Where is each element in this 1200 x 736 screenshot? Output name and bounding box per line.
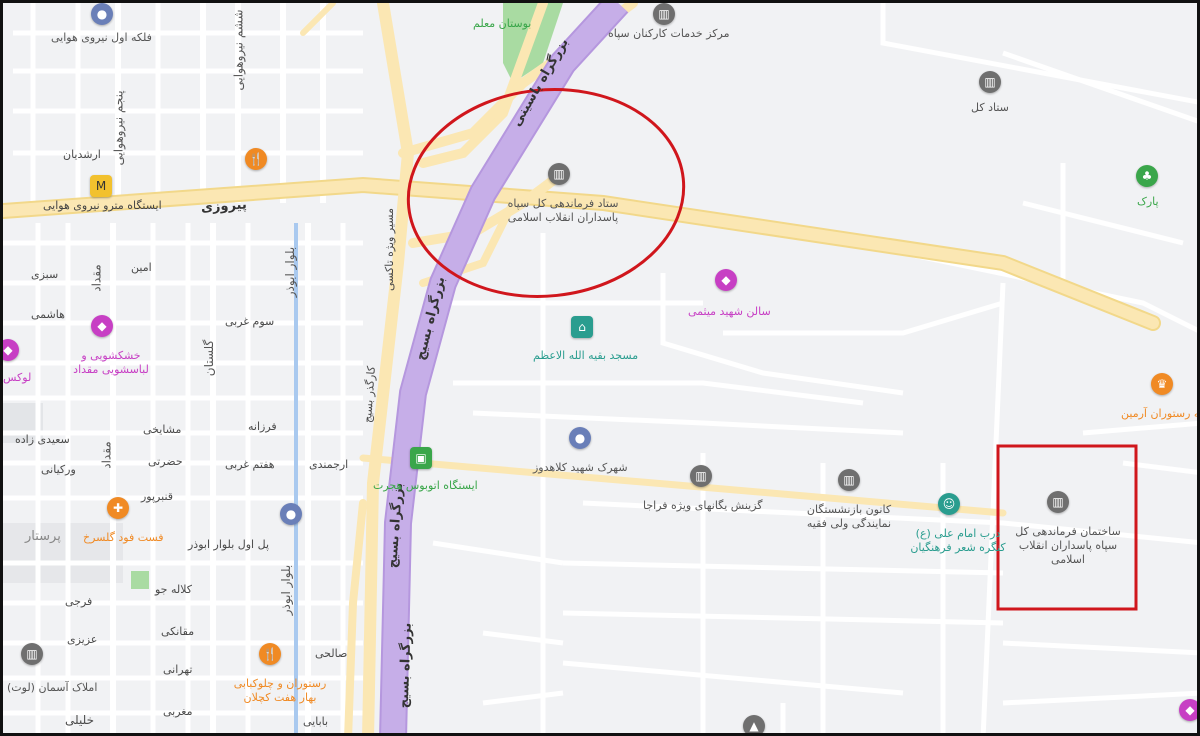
restaurant-icon[interactable]: 🍴	[245, 148, 267, 170]
street-label: ورکیانی	[41, 463, 76, 476]
road-label-panjom: پنجم نیروهوایی	[111, 90, 126, 166]
poi-label-khoshkshoyi: خشکشویی و لباسشویی مقداد	[73, 349, 149, 376]
poi-label-park: پارک	[1137, 195, 1159, 208]
street-label: صالحی	[315, 647, 348, 660]
poi-label-gozinesh: گزینش یگانهای ویژه فراجا	[643, 499, 763, 512]
shopping-icon[interactable]: ◆	[715, 269, 737, 291]
map-frame: پیروزی بزرگراه یاسینی بزرگراه بسیج بزرگر…	[0, 0, 1200, 736]
poi-label-metro: ایستگاه مترو نیروی هوایی	[43, 199, 162, 212]
street-label: خلیلی	[65, 713, 94, 727]
road-label-pirouzi: پیروزی	[200, 197, 248, 216]
street-label: مغربی	[163, 705, 193, 718]
street-label: ارجمندی	[309, 458, 349, 471]
mosque-icon[interactable]: ⌂	[571, 316, 593, 338]
street-label: کلاله جو	[155, 583, 193, 596]
poi-label-masjed: مسجد بقیه الله الاعظم	[533, 349, 639, 362]
street-label: امین	[131, 261, 152, 274]
street-label: ارشدیان	[63, 148, 101, 161]
building-icon[interactable]: ▥	[548, 163, 570, 185]
building-icon[interactable]: ▥	[1047, 491, 1069, 513]
poi-label-falakeh: فلکه اول نیروی هوایی	[51, 31, 152, 44]
street-label: تهرانی	[163, 663, 193, 676]
street-label: قنبرپور	[141, 490, 174, 503]
road-label-meghdad-1: مقداد	[89, 264, 104, 292]
restaurant-icon[interactable]: 🍴	[259, 643, 281, 665]
street-label: فرزانه	[248, 420, 277, 433]
street-label: حضرتی	[148, 455, 183, 468]
building-icon[interactable]: ▥	[653, 3, 675, 25]
poi-label-markaz: مرکز خدمات کارکنان سپاه	[608, 27, 730, 40]
street-label: هاشمی	[31, 308, 65, 321]
building-icon[interactable]: ▥	[690, 465, 712, 487]
street-label: سوم غربی	[225, 315, 275, 328]
park-icon[interactable]: ♣	[1136, 165, 1158, 187]
poi-label-kanoon: کانون بازنشستگان نمایندگی ولی فقیه	[806, 503, 892, 530]
poi-label-amlak: املاک آسمان (لوت)	[7, 681, 98, 694]
location-pin-icon[interactable]: ●	[569, 427, 591, 449]
building-icon[interactable]: ▥	[838, 469, 860, 491]
bus-icon[interactable]: ▣	[410, 447, 432, 469]
street-label: مشایخی	[143, 423, 182, 436]
road-label-abouzar-1: بلوار ابوذر	[283, 246, 298, 298]
road-label-basij-3: بزرگراه بسیج	[396, 622, 415, 709]
road-label-meghdad-2: مقداد	[99, 441, 114, 469]
building-icon[interactable]: ▥	[21, 643, 43, 665]
theater-icon[interactable]: ☺	[938, 493, 960, 515]
road-label-sheshom: ششم نیروهوایی	[231, 9, 246, 91]
poi-label-setad-kol: ستاد کل	[971, 101, 1009, 114]
poi-label-shahrak: شهرک شهید کلاهدوز	[533, 461, 628, 474]
trophy-icon[interactable]: ♛	[1151, 373, 1173, 395]
street-label: پل اول بلوار ابوذر	[188, 538, 270, 551]
road-label-parastar: پرستار	[25, 529, 61, 544]
school-icon[interactable]: ▲	[743, 715, 765, 733]
street-label: بابایی	[303, 715, 329, 728]
road-label-taxi-lane: مسیر ویژه تاکسی	[382, 208, 396, 291]
map-canvas[interactable]: پیروزی بزرگراه یاسینی بزرگراه بسیج بزرگر…	[3, 3, 1200, 733]
street-label: سبزی	[31, 268, 59, 281]
street-label: عزیزی	[67, 633, 98, 646]
poi-label-armin: کافه رستوران آرمین	[1121, 407, 1200, 420]
poi-label-setad-farmandehi: ستاد فرماندهی کل سپاه پاسداران انقلاب اس…	[507, 197, 619, 224]
landmark-pin-icon[interactable]: ●	[91, 3, 113, 25]
poi-label-bostan: بوستان معلم	[473, 17, 532, 30]
street-label: سعیدی زاده	[15, 433, 70, 446]
poi-label-bus: ایستگاه اتوبوس هجرت	[373, 479, 478, 492]
poi-label-sakhteman: ساختمان فرماندهی کل سپاه پاسداران انقلاب…	[1015, 525, 1121, 566]
road-label-golestan: گلستان	[202, 339, 217, 377]
road-label-abouzar-2: بلوار ابوذر	[279, 564, 294, 616]
poi-label-dar-imam: درب امام علی (ع) کنگره شعر فرهنگیان	[910, 527, 1006, 554]
street-label: مقانکی	[161, 625, 195, 638]
fastfood-icon[interactable]: ✚	[107, 497, 129, 519]
poi-label-salon: سالن شهید میثمی	[688, 305, 771, 318]
street-label: فرجی	[65, 595, 93, 608]
building-icon[interactable]: ▥	[979, 71, 1001, 93]
shopping-icon[interactable]: ◆	[1179, 699, 1197, 721]
poi-label-fastfood: فست فود گلسرخ	[83, 531, 164, 544]
poi-label-lux: لوکس	[3, 371, 32, 384]
poi-label-bahar: رستوران و چلوکبابی بهار هفت کچلان	[233, 677, 327, 704]
location-pin-icon[interactable]: ●	[280, 503, 302, 525]
street-label: هفتم غربی	[225, 458, 275, 471]
metro-icon[interactable]: M	[90, 175, 112, 197]
shopping-icon[interactable]: ◆	[91, 315, 113, 337]
